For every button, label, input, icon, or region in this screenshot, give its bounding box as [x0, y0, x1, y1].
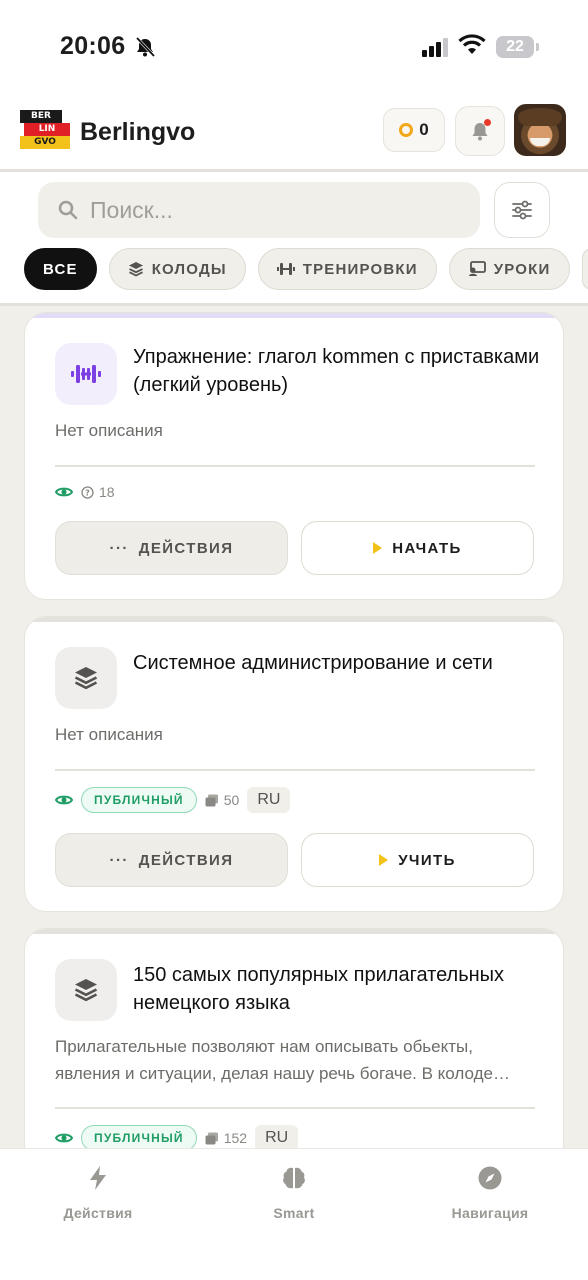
learn-label: УЧИТЬ: [398, 851, 456, 869]
training-card[interactable]: Упражнение: глагол kommen с приставками …: [24, 312, 564, 600]
coins-count: 0: [419, 120, 429, 139]
chip-trainings[interactable]: ТРЕНИРОВКИ: [257, 248, 437, 290]
public-badge: ПУБЛИЧНЫЙ: [81, 787, 197, 813]
brain-icon: [283, 1167, 305, 1189]
more-dots-icon: ···: [109, 851, 129, 869]
chip-decks[interactable]: КОЛОДЫ: [108, 248, 246, 290]
battery-indicator: 22: [496, 36, 539, 58]
chip-label: КОЛОДЫ: [151, 260, 227, 278]
card-accent-bar: [25, 313, 563, 318]
card-accent-bar: [25, 929, 563, 934]
nav-smart[interactable]: Smart: [214, 1163, 374, 1221]
card-meta: ПУБЛИЧНЫЙ 50 RU: [55, 787, 291, 813]
actions-label: ДЕЙСТВИЯ: [138, 851, 234, 869]
eye-icon: [55, 487, 73, 497]
card-count: 152: [205, 1130, 247, 1146]
filter-settings-button[interactable]: [494, 182, 550, 238]
chip-more[interactable]: [581, 248, 588, 290]
more-dots-icon: ···: [109, 539, 129, 557]
avatar[interactable]: [514, 104, 566, 156]
status-bar: 20:06 22: [0, 0, 588, 96]
search-filter-bar: Поиск... ВСЕ КОЛОДЫ ТРЕНИРОВКИ УРОКИ: [0, 172, 588, 306]
card-count-value: 152: [223, 1130, 248, 1146]
notifications-button[interactable]: [455, 106, 505, 156]
status-time: 20:06: [60, 32, 126, 60]
layers-icon: [74, 667, 98, 690]
card-count-value: 50: [223, 792, 240, 808]
filter-chips: ВСЕ КОЛОДЫ ТРЕНИРОВКИ УРОКИ: [24, 248, 588, 290]
card-meta: ? 18: [55, 479, 115, 505]
learn-button[interactable]: УЧИТЬ: [301, 833, 534, 887]
dumbbell-icon: [276, 263, 295, 275]
actions-button[interactable]: ··· ДЕЙСТВИЯ: [55, 521, 288, 575]
nav-label: Навигация: [451, 1205, 529, 1221]
play-icon: [379, 854, 389, 866]
logo-line: GVO: [20, 136, 70, 149]
search-icon: [58, 200, 78, 220]
lesson-icon: [468, 261, 486, 276]
coins-button[interactable]: 0: [383, 108, 445, 152]
card-title: Системное администрирование и сети: [133, 652, 493, 674]
bottom-navigation: Действия Smart Навигация: [0, 1148, 588, 1280]
card-icon-box: [55, 647, 117, 709]
layers-icon: [74, 979, 98, 1002]
card-icon-box: [55, 343, 117, 405]
card-title: Упражнение: глагол kommen с приставками …: [133, 346, 540, 396]
chip-label: ТРЕНИРОВКИ: [302, 260, 418, 278]
signal-icon: [422, 38, 448, 57]
search-input[interactable]: Поиск...: [38, 182, 480, 238]
start-button[interactable]: НАЧАТЬ: [301, 521, 534, 575]
play-icon: [373, 542, 383, 554]
actions-label: ДЕЙСТВИЯ: [138, 539, 234, 557]
nav-label: Smart: [273, 1205, 315, 1221]
notification-dot: [484, 119, 491, 126]
deck-card[interactable]: 150 самых популярных прилагательных неме…: [24, 928, 564, 1168]
card-title: 150 самых популярных прилагательных неме…: [133, 964, 505, 1014]
language-tag: RU: [247, 787, 291, 813]
divider: [55, 465, 535, 467]
app-logo[interactable]: BER LIN GVO: [20, 110, 70, 150]
card-description: Нет описания: [55, 421, 163, 440]
coin-icon: [399, 123, 414, 137]
wifi-icon: [458, 34, 486, 54]
bell-muted-icon: [135, 36, 156, 58]
deck-card[interactable]: Системное администрирование и сети Нет о…: [24, 616, 564, 912]
logo-line: BER: [20, 110, 62, 123]
cards-icon: [205, 794, 218, 806]
divider: [55, 1107, 535, 1109]
start-label: НАЧАТЬ: [392, 539, 462, 557]
card-icon-box: [55, 959, 117, 1021]
card-description: Нет описания: [55, 725, 163, 744]
compass-icon: [478, 1166, 502, 1190]
dumbbell-icon: [71, 365, 101, 383]
eye-icon: [55, 795, 73, 805]
card-description: Прилагательные позволяют нам описывать о…: [55, 1037, 510, 1083]
nav-label: Действия: [63, 1205, 133, 1221]
divider: [55, 769, 535, 771]
chip-lessons[interactable]: УРОКИ: [448, 248, 570, 290]
svg-text:?: ?: [85, 488, 90, 497]
sliders-icon: [512, 200, 532, 220]
question-icon: ?: [81, 485, 94, 499]
card-accent-bar: [25, 617, 563, 622]
logo-line: LIN: [24, 123, 70, 136]
cards-icon: [205, 1132, 218, 1144]
card-count: 50: [205, 792, 240, 808]
search-placeholder: Поиск...: [90, 196, 173, 223]
chip-all[interactable]: ВСЕ: [24, 248, 97, 290]
actions-button[interactable]: ··· ДЕЙСТВИЯ: [55, 833, 288, 887]
app-header: BER LIN GVO Berlingvo 0: [0, 96, 588, 172]
question-count-value: 18: [99, 484, 115, 500]
chip-label: УРОКИ: [493, 260, 551, 278]
eye-icon: [55, 1133, 73, 1143]
question-count: ? 18: [81, 484, 115, 500]
lightning-icon: [90, 1166, 106, 1190]
nav-navigation[interactable]: Навигация: [410, 1163, 570, 1221]
chip-label: ВСЕ: [43, 260, 78, 278]
nav-actions[interactable]: Действия: [18, 1163, 178, 1221]
brand-name: Berlingvo: [80, 118, 196, 146]
layers-icon: [128, 262, 143, 277]
